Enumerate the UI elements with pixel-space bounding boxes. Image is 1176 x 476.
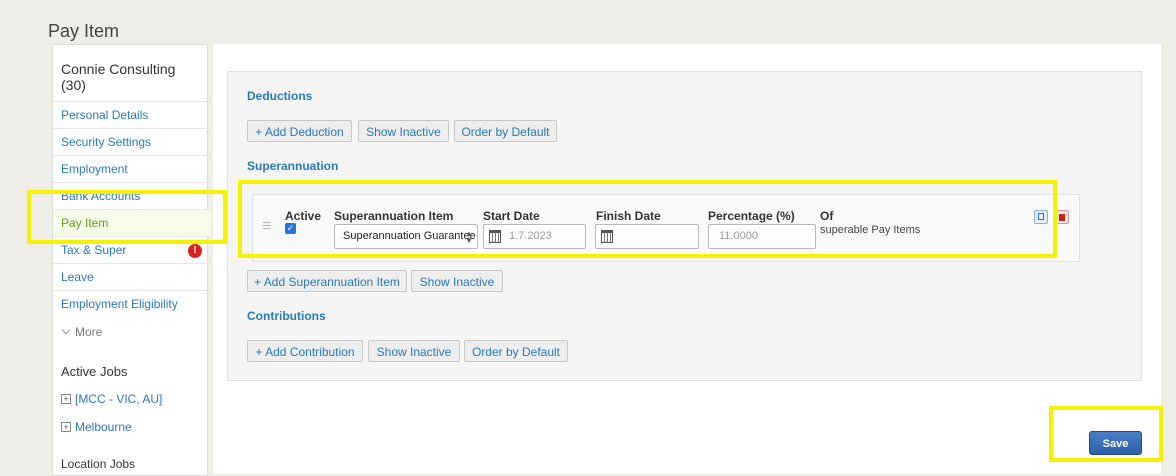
sidebar-item-personal-details[interactable]: Personal Details — [53, 101, 211, 128]
sidebar-item-label: Personal Details — [61, 108, 149, 122]
job-label: [MCC - VIC, AU] — [75, 392, 163, 406]
contributions-title: Contributions — [247, 309, 326, 323]
highlight-save-button — [1049, 406, 1163, 462]
job-label: Melbourne — [75, 420, 132, 434]
sidebar-item-label: Leave — [61, 270, 94, 284]
page-title: Pay Item — [48, 21, 120, 42]
add-deduction-button[interactable]: + Add Deduction — [247, 120, 352, 142]
superannuation-show-inactive-button[interactable]: Show Inactive — [411, 270, 503, 292]
alert-icon: ! — [188, 244, 202, 258]
contributions-order-by-default-button[interactable]: Order by Default — [464, 340, 568, 362]
employee-name: Connie Consulting (30) — [61, 61, 176, 93]
sidebar-item-label: Security Settings — [61, 135, 152, 149]
deductions-order-by-default-button[interactable]: Order by Default — [454, 120, 557, 142]
active-jobs-heading: Active Jobs — [61, 364, 128, 379]
add-superannuation-item-button[interactable]: + Add Superannuation Item — [247, 270, 407, 292]
sidebar-item-leave[interactable]: Leave — [53, 263, 211, 290]
more-toggle[interactable]: More — [61, 325, 102, 339]
job-item-melbourne[interactable]: + Melbourne — [61, 420, 132, 434]
expand-icon: + — [61, 394, 71, 404]
deductions-show-inactive-button[interactable]: Show Inactive — [358, 120, 449, 142]
deductions-title: Deductions — [247, 89, 313, 103]
employee-sidebar: Connie Consulting (30) Personal Details … — [52, 44, 211, 476]
chevron-down-icon — [61, 325, 71, 335]
sidebar-item-label: Employment Eligibility — [61, 297, 178, 311]
expand-icon: + — [61, 422, 71, 432]
highlight-superannuation-row — [238, 180, 1057, 258]
add-contribution-button[interactable]: + Add Contribution — [247, 340, 363, 362]
sidebar-item-employment-eligibility[interactable]: Employment Eligibility — [53, 290, 211, 317]
highlight-pay-item — [27, 190, 227, 244]
sidebar-item-employment[interactable]: Employment — [53, 155, 211, 182]
more-label: More — [75, 325, 103, 339]
delete-row-icon[interactable] — [1055, 210, 1069, 224]
sidebar-item-label: Tax & Super — [61, 243, 127, 257]
sidebar-item-label: Employment — [61, 162, 128, 176]
superannuation-title: Superannuation — [247, 159, 339, 173]
contributions-show-inactive-button[interactable]: Show Inactive — [368, 340, 460, 362]
sidebar-item-security-settings[interactable]: Security Settings — [53, 128, 211, 155]
job-item-mcc[interactable]: + [MCC - VIC, AU] — [61, 392, 162, 406]
location-jobs-heading: Location Jobs — [61, 457, 136, 471]
